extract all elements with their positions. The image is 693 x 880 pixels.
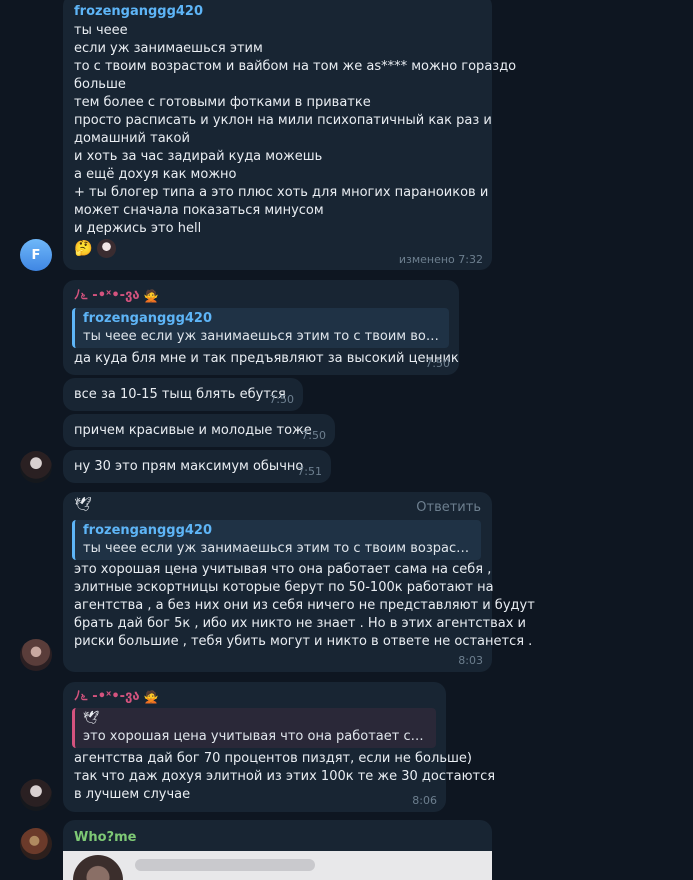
message-bubble[interactable]: 🕊 Ответить frozenganggg420 ты чеее если … <box>63 492 535 672</box>
avatar[interactable] <box>20 639 52 671</box>
message-bubble[interactable]: ну 30 это прям максимум обычно 7:51 <box>63 450 331 483</box>
media-avatar <box>73 855 123 880</box>
text-line: может сначала показаться минусом <box>74 203 324 218</box>
text-line: просто расписать и уклон на мили психопа… <box>74 113 492 128</box>
media-blur-block <box>135 859 315 871</box>
text-line: это хорошая цена учитывая что она работа… <box>74 562 492 577</box>
reply-quote[interactable]: frozenganggg420 ты чеее если уж занимаеш… <box>72 520 481 560</box>
message-bubble[interactable]: ﾉ೬ -•ˣ•-ვა 🙅 🕊 это хорошая цена учитывая… <box>63 682 495 812</box>
sender-emoji: 🙅 <box>143 690 159 704</box>
timestamp: 8:03 <box>458 654 483 667</box>
edited-timestamp: изменено 7:32 <box>398 253 483 266</box>
reply-sender: frozenganggg420 <box>83 523 213 538</box>
avatar-letter: F <box>31 247 41 263</box>
sender-name-text: ﾉ೬ -•ˣ•-ვა <box>74 689 140 704</box>
sender-name[interactable]: ﾉ೬ -•ˣ•-ვა 🙅 <box>74 287 159 305</box>
sender-name[interactable]: frozenganggg420 <box>74 3 203 21</box>
timestamp: 7:50 <box>425 357 450 370</box>
text-line: больше <box>74 77 126 92</box>
reply-quote[interactable]: 🕊 это хорошая цена учитывая что она рабо… <box>72 708 436 748</box>
message-text: все за 10-15 тыщ блять ебутся <box>74 387 286 402</box>
text-line: и хоть за час задирай куда можешь <box>74 149 323 164</box>
message-bubble[interactable]: ﾉ೬ -•ˣ•-ვა 🙅 frozenganggg420 ты чеее есл… <box>63 280 459 375</box>
reply-preview: ты чеее если уж занимаешься этим то с тв… <box>83 329 441 344</box>
timestamp: 7:51 <box>297 465 322 478</box>
message-bubble[interactable]: все за 10-15 тыщ блять ебутся 7:50 <box>63 378 303 411</box>
reply-sender: frozenganggg420 <box>83 311 213 326</box>
message-text: ты чеее если уж занимаешься этим то с тв… <box>74 22 517 238</box>
thinking-emoji: 🤔 <box>74 239 93 257</box>
message-text: да куда бля мне и так предъявляют за выс… <box>74 351 459 366</box>
timestamp: 7:50 <box>269 393 294 406</box>
text-line: + ты блогер типа а это плюс хоть для мно… <box>74 185 489 200</box>
reply-preview: это хорошая цена учитывая что она работа… <box>83 729 428 744</box>
message-text: ну 30 это прям максимум обычно <box>74 459 304 474</box>
sender-name-text: ﾉ೬ -•ˣ•-ვა <box>74 288 140 303</box>
message-bubble[interactable]: Who?me <box>63 820 492 880</box>
avatar[interactable] <box>20 451 52 483</box>
text-line: то с твоим возрастом и вайбом на том же … <box>74 59 517 74</box>
avatar[interactable] <box>20 779 52 811</box>
avatar[interactable] <box>20 828 52 860</box>
text-line: если уж занимаешься этим <box>74 41 263 56</box>
message-bubble[interactable]: причем красивые и молодые тоже 7:50 <box>63 414 335 447</box>
sender-emoji: 🙅 <box>143 289 159 303</box>
text-line: ты чеее <box>74 23 128 38</box>
text-line: и держись это hell <box>74 221 202 236</box>
text-line: брать дай бог 5к , ибо их никто не знает… <box>74 616 526 631</box>
chat-view: { "colors": { "background": "#0e1621", "… <box>0 0 693 880</box>
emoji-row: 🤔 <box>74 238 116 258</box>
text-line: а ещё дохуя как можно <box>74 167 237 182</box>
media-preview[interactable] <box>63 851 492 880</box>
text-line: риски большие , тебя убить могут и никто… <box>74 634 533 649</box>
avatar[interactable]: F <box>20 239 52 271</box>
sender-name[interactable]: ﾉ೬ -•ˣ•-ვა 🙅 <box>74 688 159 706</box>
reply-preview: ты чеее если уж занимаешься этим то с тв… <box>83 541 473 556</box>
text-line: агентства дай бог 70 процентов пиздят, е… <box>74 751 472 766</box>
timestamp: 7:50 <box>301 429 326 442</box>
reply-quote[interactable]: frozenganggg420 ты чеее если уж занимаеш… <box>72 308 449 348</box>
message-text: причем красивые и молодые тоже <box>74 423 312 438</box>
message-bubble[interactable]: frozenganggg420 ты чеее если уж занимаеш… <box>63 0 517 270</box>
text-line: агентства , а без них они из себя ничего… <box>74 598 535 613</box>
sender-name[interactable]: Who?me <box>74 829 136 847</box>
custom-emoji-icon <box>96 238 116 258</box>
text-line: элитные эскортницы которые берут по 50-1… <box>74 580 494 595</box>
timestamp: 8:06 <box>412 794 437 807</box>
text-line: тем более с готовыми фотками в приватке <box>74 95 371 110</box>
message-text: это хорошая цена учитывая что она работа… <box>74 561 535 651</box>
dove-icon[interactable]: 🕊 <box>74 497 92 513</box>
dove-icon: 🕊 <box>83 711 100 726</box>
text-line: домашний такой <box>74 131 190 146</box>
text-line: так что даж дохуя элитной из этих 100к т… <box>74 769 496 784</box>
reply-button[interactable]: Ответить <box>416 500 481 515</box>
